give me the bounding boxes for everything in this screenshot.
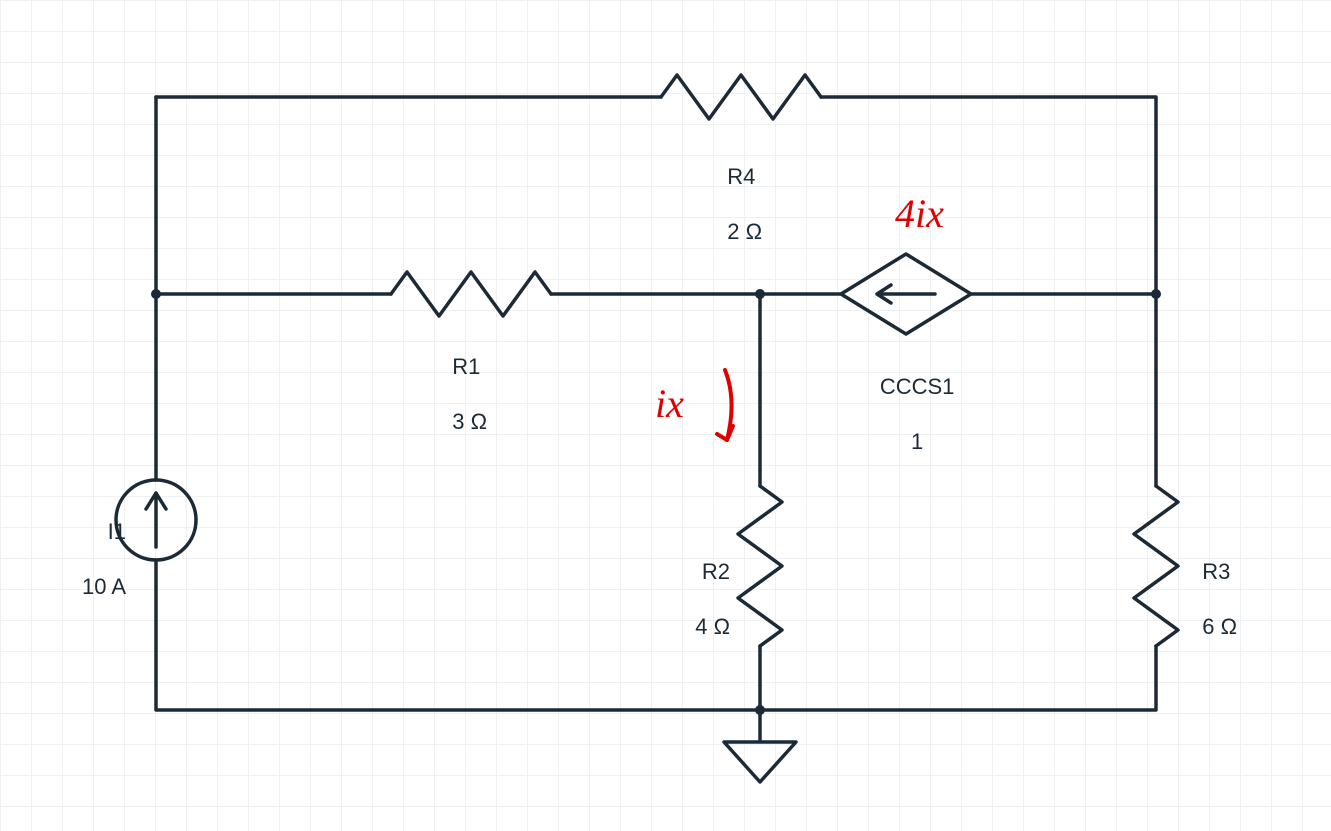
wire-r3-bot bbox=[760, 646, 1156, 710]
r2-name: R2 bbox=[702, 559, 730, 584]
r1-name: R1 bbox=[452, 354, 480, 379]
wire-i1-bot bbox=[156, 560, 760, 710]
ground bbox=[724, 710, 796, 782]
cccs-arrow bbox=[877, 285, 935, 303]
r4-name: R4 bbox=[727, 164, 755, 189]
annotation-gain: 4ix bbox=[895, 190, 944, 237]
resistor-r1 bbox=[391, 272, 551, 316]
cccs1-value: 1 bbox=[911, 429, 923, 454]
current-source-arrow bbox=[146, 493, 166, 547]
r3-value: 6 Ω bbox=[1202, 614, 1237, 639]
r4-value: 2 Ω bbox=[727, 219, 762, 244]
resistor-r3 bbox=[1134, 486, 1178, 646]
r1-value: 3 Ω bbox=[452, 409, 487, 434]
annotation-ix: ix bbox=[655, 380, 684, 427]
label-cccs1: CCCS1 1 bbox=[866, 345, 956, 455]
r3-name: R3 bbox=[1202, 559, 1230, 584]
label-i1: I1 10 A bbox=[66, 490, 126, 600]
r2-value: 4 Ω bbox=[695, 614, 730, 639]
label-r1: R1 3 Ω bbox=[440, 325, 487, 435]
i1-name: I1 bbox=[108, 519, 126, 544]
resistor-r4 bbox=[661, 75, 821, 119]
ix-arrow-head bbox=[717, 426, 733, 440]
i1-value: 10 A bbox=[82, 574, 126, 599]
label-r4: R4 2 Ω bbox=[715, 135, 762, 245]
label-r3: R3 6 Ω bbox=[1190, 530, 1237, 640]
resistor-r2 bbox=[738, 486, 782, 646]
label-r2: R2 4 Ω bbox=[683, 530, 730, 640]
wire-top-right bbox=[821, 97, 1156, 294]
cccs1-name: CCCS1 bbox=[880, 374, 955, 399]
